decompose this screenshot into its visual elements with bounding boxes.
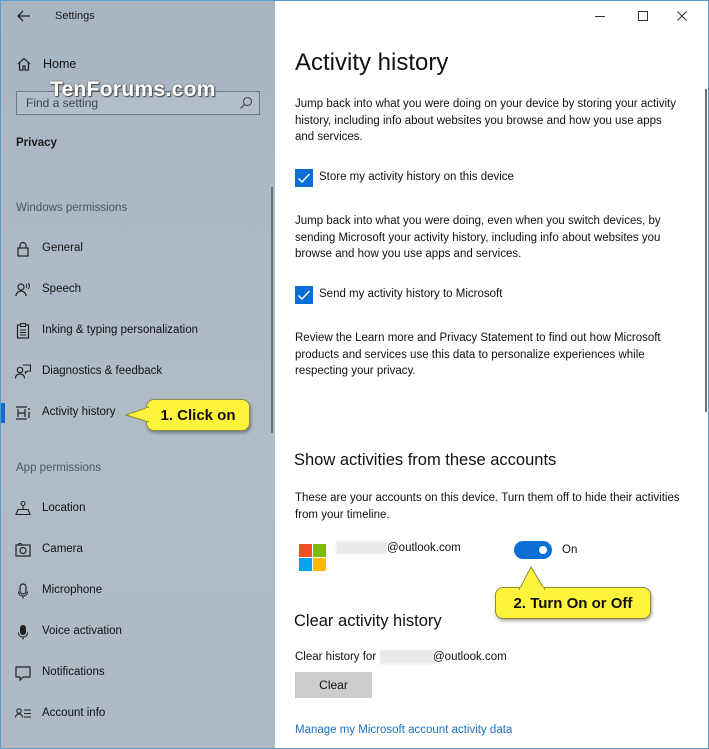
checkbox-label: Store my activity history on this device <box>319 171 514 183</box>
callout-step-2: 2. Turn On or Off <box>495 566 651 619</box>
group-label-app-permissions: App permissions <box>16 462 102 474</box>
intro-text: Jump back into what you were doing on yo… <box>295 98 676 143</box>
sidebar-scrollbar[interactable] <box>271 187 273 433</box>
account-email: @outlook.com <box>387 542 461 554</box>
maximize-icon[interactable] <box>635 8 651 24</box>
microphone-icon <box>17 583 29 599</box>
sidebar-item-microphone[interactable]: Microphone <box>1 578 266 604</box>
redacted-email <box>380 650 434 664</box>
toggle-state-label: On <box>562 544 578 556</box>
callout-step-1: 1. Click on <box>125 399 250 431</box>
callout-pointer <box>125 406 149 423</box>
nav-home[interactable]: Home <box>1 53 261 77</box>
sidebar-item-label: Microphone <box>42 584 103 596</box>
callout-pointer <box>518 566 546 590</box>
toggle-knob <box>539 546 547 554</box>
sidebar-item-label: General <box>42 242 83 254</box>
title-bar: Settings <box>1 1 275 31</box>
sidebar-item-diagnostics-feedback[interactable]: Diagnostics & feedback <box>1 359 266 385</box>
window-controls <box>568 1 708 31</box>
clear-history-label: Clear history for <box>295 651 377 663</box>
clipboard-icon <box>16 323 30 339</box>
redacted-email <box>336 541 387 554</box>
voice-activation-icon <box>17 625 29 640</box>
manage-activity-link[interactable]: Manage my Microsoft account activity dat… <box>295 724 512 736</box>
sidebar-item-label: Camera <box>42 543 83 555</box>
sidebar-item-label: Voice activation <box>42 625 122 637</box>
sidebar-item-general[interactable]: General <box>1 236 266 262</box>
sidebar-item-speech[interactable]: Speech <box>1 277 266 303</box>
sidebar-item-label: Location <box>42 502 86 514</box>
main-pane: Activity history Jump back into what you… <box>275 1 708 748</box>
privacy-text: Review the Learn more and Privacy Statem… <box>295 332 661 377</box>
clear-history-email: @outlook.com <box>433 651 507 663</box>
location-icon <box>15 500 31 516</box>
checkmark-icon <box>298 290 311 301</box>
send-history-text: Jump back into what you were doing, even… <box>295 215 661 260</box>
accounts-heading: Show activities from these accounts <box>294 451 557 469</box>
sidebar-item-camera[interactable]: Camera <box>1 537 266 563</box>
arrow-left-icon[interactable] <box>15 7 33 25</box>
page-title: Activity history <box>295 49 449 76</box>
accounts-description: These are your accounts on this device. … <box>295 492 680 521</box>
camera-icon <box>15 543 31 557</box>
notification-icon <box>15 666 31 682</box>
microsoft-logo-icon <box>299 544 326 571</box>
close-icon[interactable] <box>674 8 690 24</box>
timeline-icon <box>16 406 30 420</box>
section-heading: Privacy <box>16 137 57 149</box>
sidebar-item-label: Diagnostics & feedback <box>42 365 163 377</box>
speech-icon <box>15 282 30 297</box>
lock-icon <box>17 241 29 257</box>
sidebar-item-label: Account info <box>42 707 106 719</box>
account-toggle[interactable] <box>514 541 552 559</box>
search-icon[interactable] <box>239 96 253 110</box>
sidebar-item-location[interactable]: Location <box>1 496 266 522</box>
feedback-icon <box>14 364 32 379</box>
clear-button[interactable]: Clear <box>295 672 372 698</box>
callout-text: 1. Click on <box>160 406 236 424</box>
settings-window: Settings Home TenForums.com Privacy Wind… <box>0 0 709 749</box>
sidebar-item-voice-activation[interactable]: Voice activation <box>1 619 266 645</box>
minimize-icon[interactable] <box>592 8 608 24</box>
checkbox-box[interactable] <box>295 286 313 304</box>
active-indicator <box>1 403 5 423</box>
watermark: TenForums.com <box>50 78 216 101</box>
sidebar: Settings Home TenForums.com Privacy Wind… <box>1 1 275 748</box>
clear-heading: Clear activity history <box>294 612 442 630</box>
account-info-icon <box>14 708 31 718</box>
app-title: Settings <box>55 10 95 22</box>
sidebar-item-label: Speech <box>42 283 82 295</box>
home-icon <box>17 57 31 71</box>
sidebar-item-label: Inking & typing personalization <box>42 324 198 336</box>
sidebar-item-label: Notifications <box>42 666 105 678</box>
sidebar-item-account-info[interactable]: Account info <box>1 701 266 727</box>
checkbox-label: Send my activity history to Microsoft <box>319 288 503 300</box>
nav-home-label: Home <box>43 57 77 71</box>
callout-text: 2. Turn On or Off <box>513 594 633 612</box>
checkmark-icon <box>298 173 311 184</box>
group-label-windows-permissions: Windows permissions <box>16 202 128 214</box>
main-scrollbar[interactable] <box>705 89 707 412</box>
sidebar-item-notifications[interactable]: Notifications <box>1 660 266 686</box>
checkbox-box[interactable] <box>295 169 313 187</box>
sidebar-item-label: Activity history <box>42 406 116 418</box>
sidebar-item-inking-typing[interactable]: Inking & typing personalization <box>1 318 266 344</box>
